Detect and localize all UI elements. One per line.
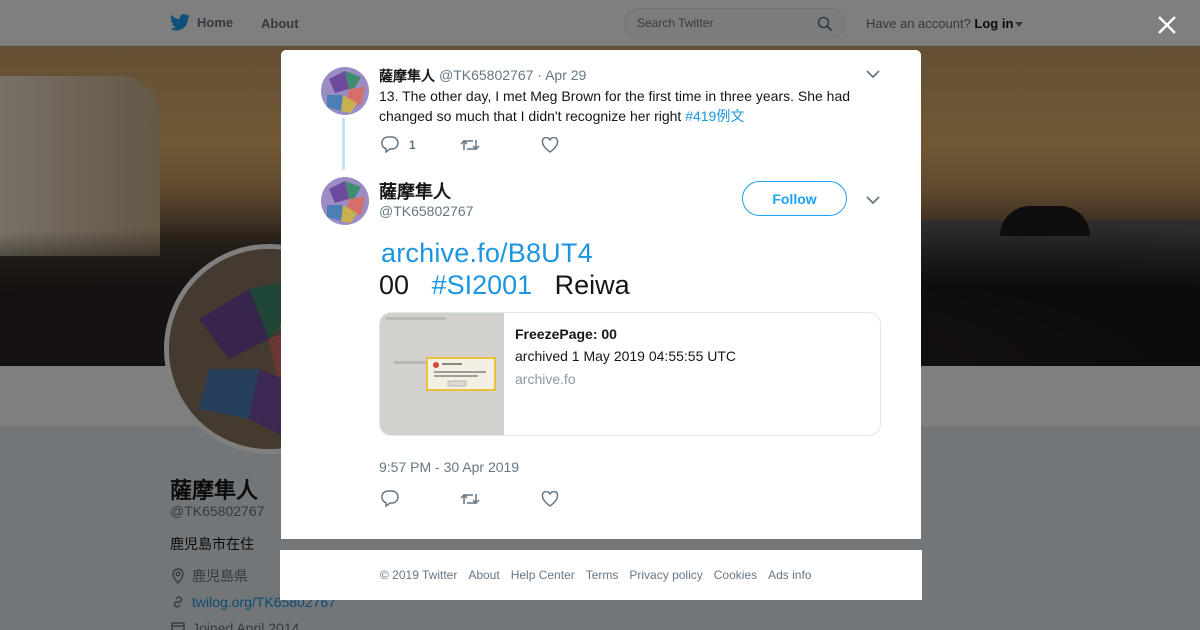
tweet-author-name[interactable]: 薩摩隼人 [379, 178, 451, 204]
footer-link-privacy[interactable]: Privacy policy [629, 568, 702, 582]
avatar[interactable] [321, 67, 369, 115]
like-button[interactable] [541, 137, 559, 153]
tweet-author-handle[interactable]: @TK65802767 [379, 203, 473, 219]
heart-icon [541, 491, 559, 507]
thread-connector-line [342, 118, 345, 170]
card-description: archived 1 May 2019 04:55:55 UTC [515, 348, 737, 364]
hashtag-link[interactable]: #SI2001 [432, 270, 533, 300]
tweet-timestamp[interactable]: 9:57 PM - 30 Apr 2019 [379, 459, 519, 475]
avatar[interactable] [321, 177, 369, 225]
tweet-text-suffix: Reiwa [554, 270, 630, 300]
tweet-author-handle-text: @TK65802767 [439, 67, 534, 83]
reply-count: 1 [409, 137, 416, 152]
chevron-down-icon[interactable] [866, 195, 880, 205]
footer-link-ads-info[interactable]: Ads info [768, 568, 811, 582]
footer-link-about[interactable]: About [468, 568, 499, 582]
tweet-author-handle[interactable]: @TK65802767 · Apr 29 [439, 67, 586, 83]
modal-footer: © 2019 Twitter About Help Center Terms P… [280, 550, 922, 600]
like-button[interactable] [541, 491, 559, 507]
tweet-text-body: 13. The other day, I met Meg Brown for t… [379, 88, 851, 124]
link-preview-card[interactable]: FreezePage: 00 archived 1 May 2019 04:55… [379, 312, 881, 436]
retweet-icon [460, 139, 480, 151]
tweet-author-name[interactable]: 薩摩隼人 [379, 66, 435, 86]
tweet-date[interactable]: Apr 29 [545, 67, 586, 83]
follow-button[interactable]: Follow [742, 181, 847, 216]
tweet-text: 00 #SI2001 Reiwa [379, 270, 630, 301]
hashtag-link[interactable]: #419例文 [685, 108, 744, 124]
reply-icon [381, 136, 399, 153]
heart-icon [541, 137, 559, 153]
retweet-button[interactable] [460, 137, 480, 153]
tweet-link[interactable]: archive.fo/B8UT4 [381, 238, 593, 269]
reply-button[interactable]: 1 [381, 136, 416, 153]
card-title: FreezePage: 00 [515, 326, 617, 342]
footer-links: © 2019 Twitter About Help Center Terms P… [380, 568, 822, 582]
close-icon[interactable] [1155, 13, 1179, 37]
tweet-separator: · [537, 67, 542, 83]
card-domain: archive.fo [515, 371, 576, 387]
retweet-button[interactable] [460, 491, 480, 507]
card-thumbnail [380, 313, 504, 435]
footer-copyright: © 2019 Twitter [380, 568, 458, 582]
reply-button[interactable] [381, 490, 399, 507]
footer-link-cookies[interactable]: Cookies [714, 568, 757, 582]
retweet-icon [460, 493, 480, 505]
chevron-down-icon[interactable] [866, 69, 880, 79]
footer-link-help-center[interactable]: Help Center [511, 568, 575, 582]
tweet-text: 13. The other day, I met Meg Brown for t… [379, 86, 869, 126]
reply-icon [381, 490, 399, 507]
tweet-text-prefix: 00 [379, 270, 410, 300]
footer-link-terms[interactable]: Terms [586, 568, 619, 582]
